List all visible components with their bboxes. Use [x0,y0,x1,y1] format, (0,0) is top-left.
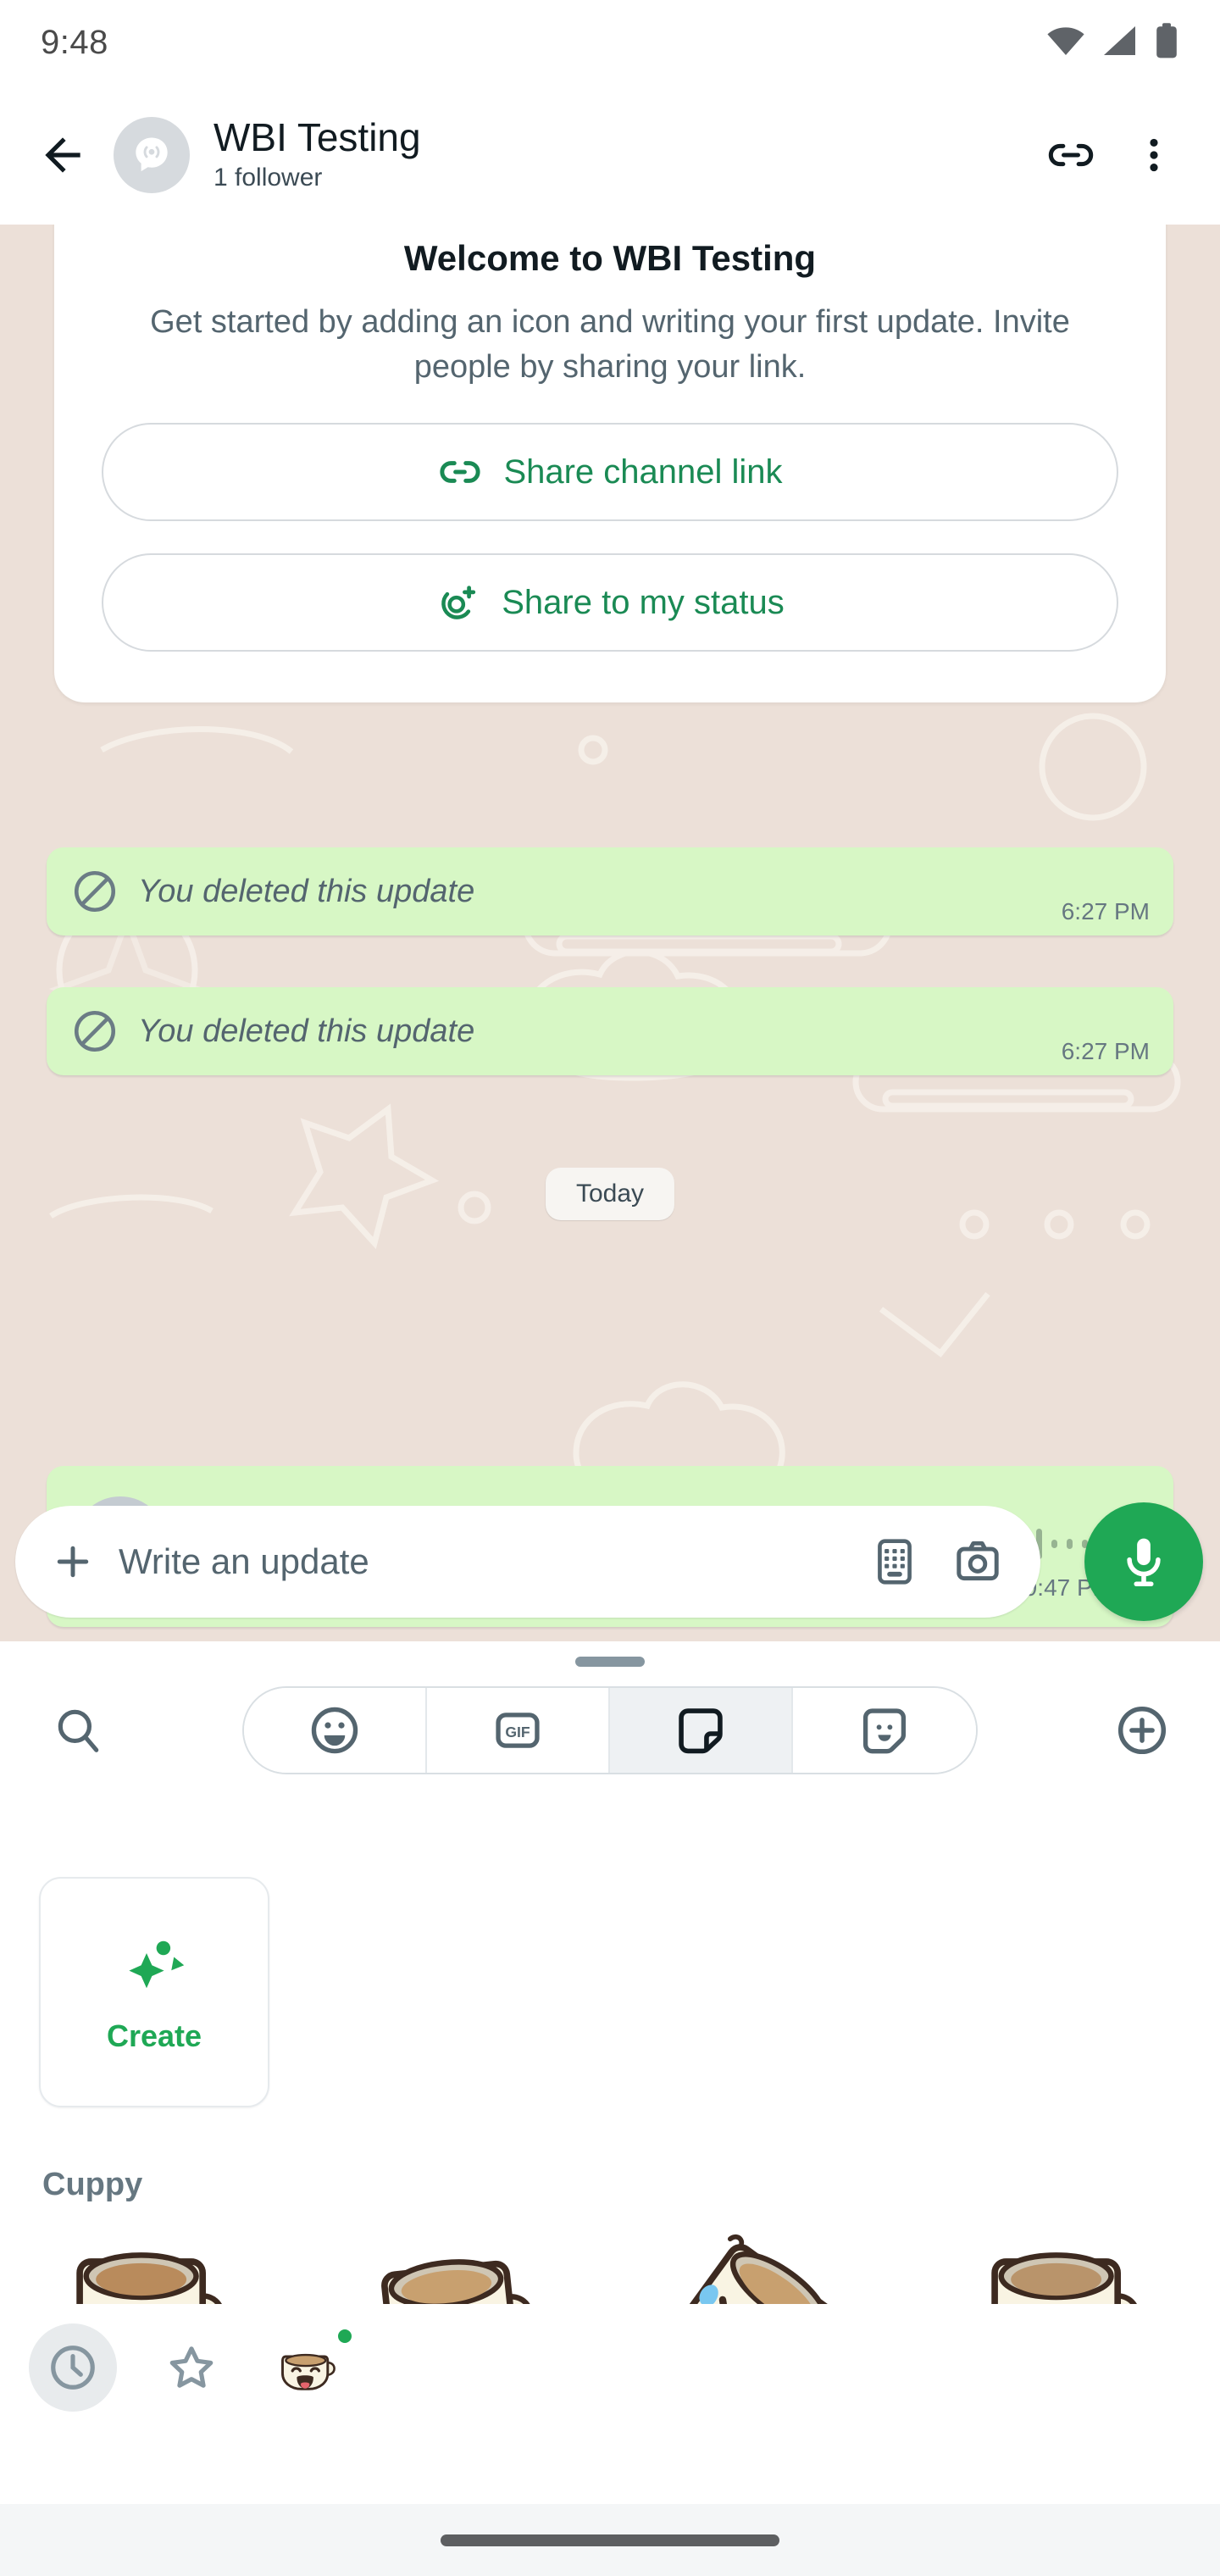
deleted-update-bubble[interactable]: You deleted this update 6:27 PM [47,847,1173,935]
new-pack-badge [334,2325,356,2347]
microphone-icon [1127,1538,1161,1587]
svg-text:GIF: GIF [505,1724,530,1740]
battery-icon [1154,22,1179,64]
channel-title-block[interactable]: WBI Testing 1 follower [214,114,1035,193]
gif-icon: GIF [496,1713,540,1748]
overflow-menu-button[interactable] [1118,119,1190,191]
camera-icon [957,1541,999,1581]
tab-gif[interactable]: GIF [427,1688,610,1773]
tab-stickers[interactable] [610,1688,793,1773]
status-icon-group [1045,22,1179,64]
message-timestamp: 6:27 PM [1061,1038,1150,1064]
share-link-button[interactable] [1035,119,1106,191]
search-button[interactable] [42,1695,114,1766]
wifi-icon [1045,24,1086,62]
cellular-signal-icon [1101,24,1139,62]
composer-input-pill[interactable]: Write an update [15,1506,1040,1618]
add-sticker-pack-button[interactable] [1106,1695,1178,1766]
keyboard-button[interactable] [864,1531,925,1592]
welcome-body: Get started by adding an icon and writin… [150,303,1070,386]
back-button[interactable] [30,123,95,187]
back-arrow-icon [45,136,80,173]
recent-stickers-tab[interactable] [29,2323,117,2412]
share-link-icon [1048,143,1094,166]
gesture-nav-pill[interactable] [441,2534,779,2546]
system-navigation-bar [0,2504,1220,2576]
phone-screen: 9:48 WBI Testing 1 follower Welcome to W… [0,0,1220,2576]
date-divider: Today [545,1168,675,1220]
clock-icon [51,2346,95,2390]
deleted-update-bubble[interactable]: You deleted this update 6:27 PM [47,987,1173,1075]
header-actions [1035,119,1190,191]
record-voice-button[interactable] [1084,1502,1203,1621]
share-channel-link-button[interactable]: Share channel link [102,423,1118,522]
cuppy-pack-tab[interactable] [266,2323,356,2412]
status-add-icon [441,586,476,620]
channel-broadcast-avatar-icon [136,136,168,171]
blocked-circle-icon [74,870,116,913]
overflow-menu-icon [1150,138,1158,171]
status-clock: 9:48 [41,23,108,61]
deleted-update-text: You deleted this update [138,1013,475,1049]
sticker-panel: GIF Create Cuppy [0,1641,1220,2503]
plus-icon [57,1546,89,1578]
chat-scroll-area[interactable]: Welcome to WBI Testing Get started by ad… [0,225,1220,1641]
share-channel-link-label: Share channel link [503,452,783,491]
deleted-update-text: You deleted this update [138,873,475,909]
update-input[interactable]: Write an update [119,1541,842,1582]
drag-handle[interactable] [575,1657,645,1667]
emoji-icon [311,1707,358,1754]
cuppy-icon [281,2353,336,2390]
sticker-pack-title: Cuppy [42,2167,143,2202]
sticker-pack-bar [0,2304,1220,2431]
blocked-circle-icon [74,1010,116,1052]
create-label: Create [106,2018,202,2053]
sticker-panel-tabbar: GIF [0,1667,1220,1794]
create-sticker-button[interactable]: Create [39,1877,269,2107]
avatar-sticker-icon [862,1708,907,1754]
status-bar: 9:48 [0,0,1220,85]
link-icon [440,461,480,484]
search-icon [58,1709,99,1752]
attach-plus-button[interactable] [47,1536,98,1587]
sticker-category-segmented-control: GIF [242,1686,978,1774]
share-to-status-label: Share to my status [502,583,785,621]
page-title: WBI Testing [214,114,421,159]
share-to-status-button[interactable]: Share to my status [102,553,1118,652]
plus-circle-icon [1117,1706,1167,1755]
sticker-icon [679,1708,723,1754]
camera-button[interactable] [947,1531,1008,1592]
message-timestamp: 6:27 PM [1061,898,1150,924]
app-header: WBI Testing 1 follower [0,85,1220,225]
welcome-title: Welcome to WBI Testing [403,238,817,278]
ai-sparkle-icon [129,1940,185,1989]
follower-count: 1 follower [214,164,323,192]
favorite-stickers-tab[interactable] [147,2323,236,2412]
channel-avatar[interactable] [114,116,190,193]
channel-welcome-card: Welcome to WBI Testing Get started by ad… [54,225,1166,703]
tab-avatar[interactable] [793,1688,976,1773]
composer-bar: Write an update [0,1496,1220,1641]
star-icon [169,2346,214,2388]
keyboard-icon [878,1539,912,1585]
tab-emoji[interactable] [244,1688,427,1773]
